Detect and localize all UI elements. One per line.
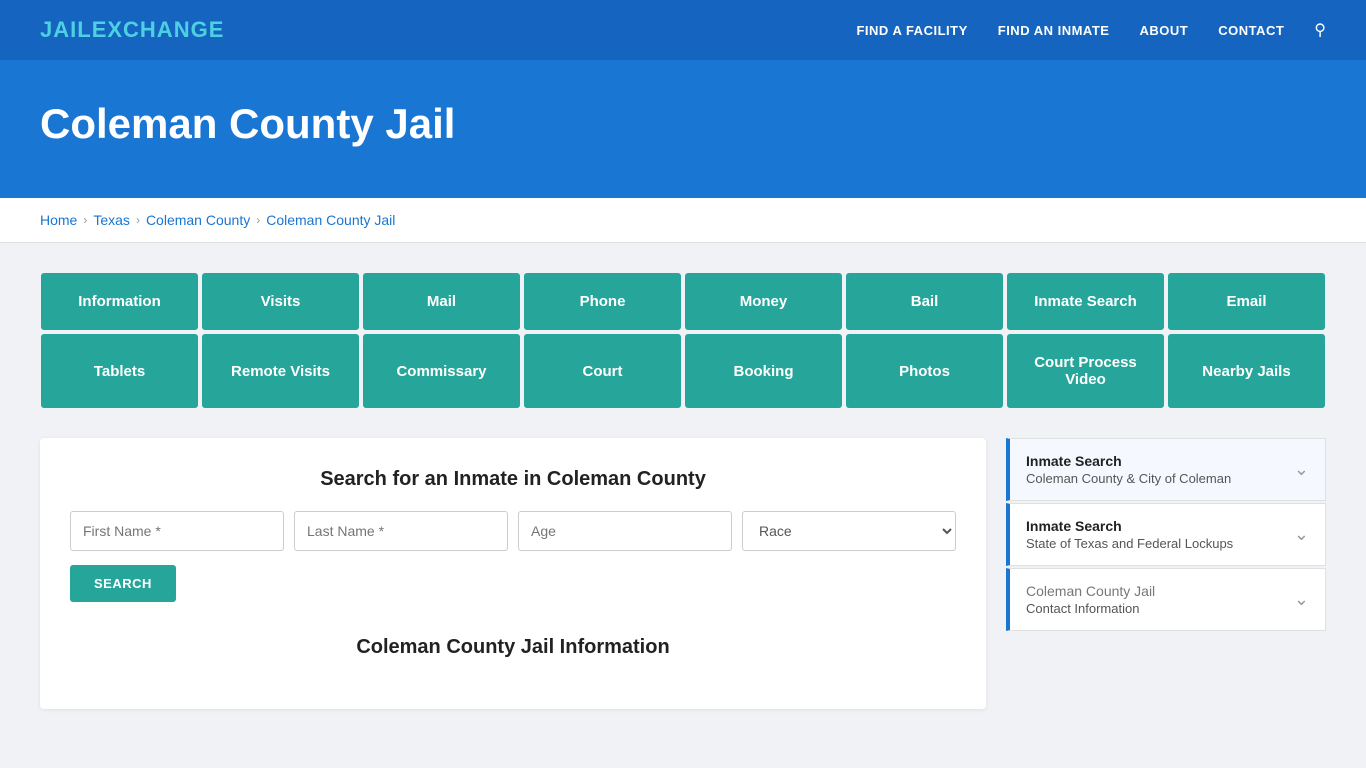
sidebar-item-title-3: Coleman County Jail (1026, 583, 1155, 599)
tile-button-grid: Information Visits Mail Phone Money Bail… (40, 273, 1326, 408)
sidebar-item-title-1: Inmate Search (1026, 453, 1231, 469)
logo-part2: EXCHANGE (92, 17, 225, 42)
tile-court[interactable]: Court (524, 334, 681, 408)
nav-find-inmate[interactable]: FIND AN INMATE (998, 23, 1110, 38)
tile-email[interactable]: Email (1168, 273, 1325, 330)
search-fields: Race White Black Hispanic Asian Other (70, 511, 956, 551)
sidebar-item-title-2: Inmate Search (1026, 518, 1233, 534)
tile-bail[interactable]: Bail (846, 273, 1003, 330)
search-form-card: Search for an Inmate in Coleman County R… (40, 438, 986, 709)
first-name-input[interactable] (70, 511, 284, 551)
sidebar-item-text-3: Coleman County Jail Contact Information (1026, 583, 1155, 616)
sidebar-item-subtitle-3: Contact Information (1026, 601, 1155, 616)
sidebar-item-inmate-search-county[interactable]: Inmate Search Coleman County & City of C… (1006, 438, 1326, 501)
tile-inmate-search[interactable]: Inmate Search (1007, 273, 1164, 330)
nav-find-facility[interactable]: FIND A FACILITY (856, 23, 967, 38)
tile-remote-visits[interactable]: Remote Visits (202, 334, 359, 408)
page-title: Coleman County Jail (40, 100, 1326, 148)
breadcrumb-jail[interactable]: Coleman County Jail (266, 212, 395, 228)
tile-information[interactable]: Information (41, 273, 198, 330)
sidebar: Inmate Search Coleman County & City of C… (1006, 438, 1326, 633)
content-row: Search for an Inmate in Coleman County R… (40, 438, 1326, 709)
sidebar-item-inmate-search-state[interactable]: Inmate Search State of Texas and Federal… (1006, 503, 1326, 566)
breadcrumb-sep-3: › (256, 213, 260, 227)
breadcrumb-county[interactable]: Coleman County (146, 212, 250, 228)
tile-court-process-video[interactable]: Court Process Video (1007, 334, 1164, 408)
tile-photos[interactable]: Photos (846, 334, 1003, 408)
sidebar-item-text-2: Inmate Search State of Texas and Federal… (1026, 518, 1233, 551)
search-icon[interactable]: ⚲ (1314, 20, 1326, 40)
race-select[interactable]: Race White Black Hispanic Asian Other (742, 511, 956, 551)
age-input[interactable] (518, 511, 732, 551)
nav-links: FIND A FACILITY FIND AN INMATE ABOUT CON… (856, 20, 1326, 40)
tile-money[interactable]: Money (685, 273, 842, 330)
hero-section: Coleman County Jail (0, 60, 1366, 198)
chevron-down-icon-3: ⌄ (1294, 589, 1309, 610)
tile-phone[interactable]: Phone (524, 273, 681, 330)
navbar: JAILEXCHANGE FIND A FACILITY FIND AN INM… (0, 0, 1366, 60)
tile-tablets[interactable]: Tablets (41, 334, 198, 408)
search-form-title: Search for an Inmate in Coleman County (70, 468, 956, 491)
nav-contact[interactable]: CONTACT (1218, 23, 1284, 38)
breadcrumb-texas[interactable]: Texas (93, 212, 130, 228)
breadcrumb: Home › Texas › Coleman County › Coleman … (0, 198, 1366, 243)
chevron-down-icon-2: ⌄ (1294, 524, 1309, 545)
tile-booking[interactable]: Booking (685, 334, 842, 408)
main-content: Information Visits Mail Phone Money Bail… (0, 243, 1366, 739)
section-heading: Coleman County Jail Information (70, 630, 956, 659)
sidebar-item-text-1: Inmate Search Coleman County & City of C… (1026, 453, 1231, 486)
sidebar-item-contact-info[interactable]: Coleman County Jail Contact Information … (1006, 568, 1326, 631)
breadcrumb-sep-2: › (136, 213, 140, 227)
tile-commissary[interactable]: Commissary (363, 334, 520, 408)
breadcrumb-sep-1: › (83, 213, 87, 227)
tile-visits[interactable]: Visits (202, 273, 359, 330)
breadcrumb-home[interactable]: Home (40, 212, 77, 228)
site-logo[interactable]: JAILEXCHANGE (40, 17, 224, 43)
nav-about[interactable]: ABOUT (1139, 23, 1188, 38)
tile-mail[interactable]: Mail (363, 273, 520, 330)
chevron-down-icon-1: ⌄ (1294, 459, 1309, 480)
last-name-input[interactable] (294, 511, 508, 551)
search-button[interactable]: SEARCH (70, 565, 176, 602)
sidebar-item-subtitle-1: Coleman County & City of Coleman (1026, 471, 1231, 486)
sidebar-item-subtitle-2: State of Texas and Federal Lockups (1026, 536, 1233, 551)
logo-part1: JAIL (40, 17, 92, 42)
tile-nearby-jails[interactable]: Nearby Jails (1168, 334, 1325, 408)
